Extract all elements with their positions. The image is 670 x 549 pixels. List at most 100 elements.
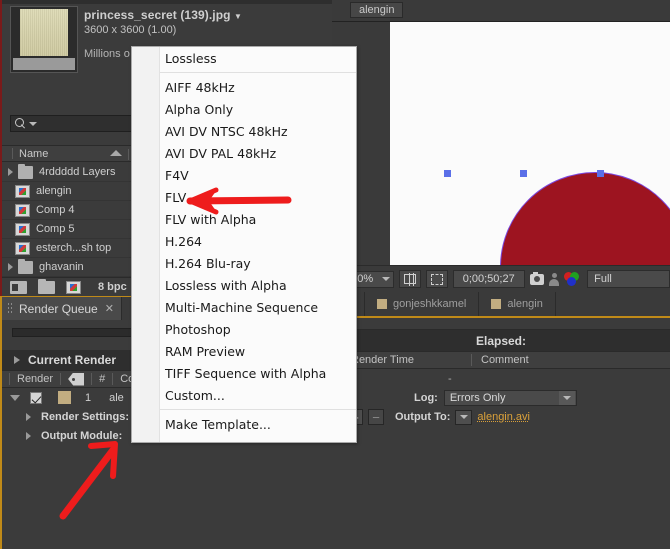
output-module-label: Output Module: bbox=[41, 429, 123, 442]
menu-item-tiff-sequence-with-alpha[interactable]: TIFF Sequence with Alpha bbox=[160, 362, 356, 384]
menu-item-f4v[interactable]: F4V bbox=[160, 164, 356, 186]
timeline-tab-label: gonjeshkkamel bbox=[393, 298, 467, 310]
menu-item-multi-machine-sequence[interactable]: Multi-Machine Sequence bbox=[160, 296, 356, 318]
composition-swatch-icon bbox=[491, 299, 502, 309]
chevron-down-icon[interactable]: ▼ bbox=[234, 12, 242, 21]
tab-alengin[interactable]: alengin bbox=[350, 2, 404, 18]
render-settings-label: Render Settings: bbox=[41, 410, 130, 423]
chevron-down-icon[interactable] bbox=[558, 390, 575, 405]
disclosure-triangle-icon[interactable] bbox=[8, 263, 13, 271]
tab-gonjeshkkamel[interactable]: gonjeshkkamel bbox=[364, 292, 480, 316]
render-queue-right-pane: Elapsed: d Render Time Comment - Log: Er… bbox=[332, 318, 670, 549]
output-to-row: + − Output To: alengin.avi bbox=[332, 407, 670, 427]
column-divider bbox=[60, 373, 62, 385]
asset-name[interactable]: princess_secret (139).jpg ▼ bbox=[84, 8, 242, 22]
asset-dimensions: 3600 x 3600 (1.00) bbox=[84, 24, 177, 36]
viewer-tab-bar: alengin bbox=[332, 0, 670, 22]
disclosure-triangle-icon[interactable] bbox=[10, 394, 20, 401]
output-to-file-link[interactable]: alengin.avi bbox=[477, 411, 530, 423]
menu-item-custom[interactable]: Custom... bbox=[160, 384, 356, 406]
menu-item-ram-preview[interactable]: RAM Preview bbox=[160, 340, 356, 362]
timecode-display[interactable]: 0;00;50;27 bbox=[452, 270, 525, 288]
tab-render-queue[interactable]: Render Queue ✕ bbox=[2, 297, 122, 320]
label-color-swatch[interactable] bbox=[58, 391, 71, 404]
search-icon bbox=[15, 118, 26, 129]
menu-item-alpha-only[interactable]: Alpha Only bbox=[160, 98, 356, 120]
region-of-interest-icon bbox=[430, 273, 443, 285]
menu-item-lossless-with-alpha[interactable]: Lossless with Alpha bbox=[160, 274, 356, 296]
region-of-interest-button[interactable] bbox=[426, 270, 448, 288]
project-settings-icon[interactable] bbox=[66, 280, 81, 294]
canvas-background bbox=[390, 22, 670, 265]
bit-depth-label[interactable]: 8 bpc bbox=[98, 281, 127, 293]
selection-handle[interactable] bbox=[520, 170, 527, 177]
column-header-name[interactable]: Name bbox=[19, 148, 48, 160]
menu-item-h264[interactable]: H.264 bbox=[160, 230, 356, 252]
thumbnail-strip bbox=[13, 58, 75, 70]
output-to-dropdown-button[interactable] bbox=[455, 409, 473, 425]
remove-output-module-button[interactable]: − bbox=[368, 409, 384, 425]
menu-item-lossless[interactable]: Lossless bbox=[160, 47, 356, 69]
column-divider bbox=[9, 373, 10, 385]
panel-grip-icon[interactable] bbox=[8, 302, 12, 315]
render-queue-columns-right: d Render Time Comment bbox=[332, 351, 670, 369]
snapshot-camera-icon[interactable] bbox=[529, 271, 545, 285]
red-ellipse-shape[interactable] bbox=[500, 172, 670, 265]
menu-separator bbox=[160, 72, 356, 73]
composition-canvas[interactable] bbox=[332, 22, 670, 265]
grid-and-guides-button[interactable] bbox=[399, 270, 422, 288]
new-composition-icon[interactable] bbox=[10, 280, 27, 294]
chevron-down-icon[interactable] bbox=[382, 277, 391, 281]
menu-item-aiff-48khz[interactable]: AIFF 48kHz bbox=[160, 76, 356, 98]
composition-icon bbox=[15, 222, 30, 236]
output-module-template-menu[interactable]: Lossless AIFF 48kHz Alpha Only AVI DV NT… bbox=[131, 46, 357, 443]
close-icon[interactable]: ✕ bbox=[105, 302, 114, 315]
menu-item-flv-with-alpha[interactable]: FLV with Alpha bbox=[160, 208, 356, 230]
selection-handle[interactable] bbox=[444, 170, 451, 177]
list-item-label: Comp 4 bbox=[36, 204, 75, 216]
disclosure-triangle-icon[interactable] bbox=[14, 356, 20, 364]
column-header-comment[interactable]: Comment bbox=[471, 354, 611, 366]
show-snapshot-icon[interactable] bbox=[549, 272, 560, 286]
folder-icon bbox=[18, 258, 33, 274]
list-item-label: Comp 5 bbox=[36, 223, 75, 235]
timeline-tab-strip: gonjeshkkamel alengin bbox=[332, 292, 670, 318]
tab-alengin[interactable]: alengin bbox=[479, 292, 556, 316]
resolution-select[interactable]: Full bbox=[587, 270, 670, 288]
menu-icon-gutter bbox=[132, 47, 160, 442]
current-render-label: Current Render bbox=[28, 353, 117, 367]
render-checkbox[interactable] bbox=[30, 391, 42, 404]
resolution-value: Full bbox=[594, 273, 612, 285]
composition-icon bbox=[15, 184, 30, 198]
sort-ascending-icon[interactable] bbox=[110, 150, 122, 156]
menu-item-avi-dv-ntsc-48khz[interactable]: AVI DV NTSC 48kHz bbox=[160, 120, 356, 142]
folder-icon bbox=[18, 163, 33, 179]
list-item-label: esterch...sh top bbox=[36, 242, 112, 254]
composition-swatch-icon bbox=[377, 299, 387, 309]
menu-item-make-template[interactable]: Make Template... bbox=[160, 413, 356, 435]
chevron-down-icon[interactable] bbox=[29, 121, 37, 126]
menu-item-photoshop[interactable]: Photoshop bbox=[160, 318, 356, 340]
menu-item-h264-bluray[interactable]: H.264 Blu-ray bbox=[160, 252, 356, 274]
menu-separator bbox=[160, 409, 356, 410]
disclosure-triangle-icon[interactable] bbox=[8, 168, 13, 176]
new-folder-icon[interactable] bbox=[38, 278, 55, 294]
menu-item-avi-dv-pal-48khz[interactable]: AVI DV PAL 48kHz bbox=[160, 142, 356, 164]
project-tab-strip bbox=[2, 0, 334, 4]
disclosure-triangle-icon[interactable] bbox=[26, 431, 31, 440]
composition-icon bbox=[15, 203, 30, 217]
selection-handle[interactable] bbox=[597, 170, 604, 177]
row-comp-name[interactable]: ale bbox=[109, 392, 124, 404]
column-header-number[interactable]: # bbox=[99, 373, 105, 385]
column-header-render-time[interactable]: Render Time bbox=[341, 354, 471, 366]
label-tag-icon[interactable] bbox=[68, 372, 85, 386]
list-item-label: alengin bbox=[36, 185, 72, 197]
column-header-render[interactable]: Render bbox=[17, 373, 53, 385]
menu-item-flv[interactable]: FLV bbox=[160, 186, 356, 208]
log-row: Log: Errors Only bbox=[332, 388, 670, 407]
render-time-value: - bbox=[448, 372, 452, 385]
menu-items: Lossless AIFF 48kHz Alpha Only AVI DV NT… bbox=[160, 47, 356, 442]
rgb-channels-icon[interactable] bbox=[564, 272, 580, 286]
log-select[interactable]: Errors Only bbox=[443, 389, 577, 406]
disclosure-triangle-icon[interactable] bbox=[26, 412, 31, 421]
